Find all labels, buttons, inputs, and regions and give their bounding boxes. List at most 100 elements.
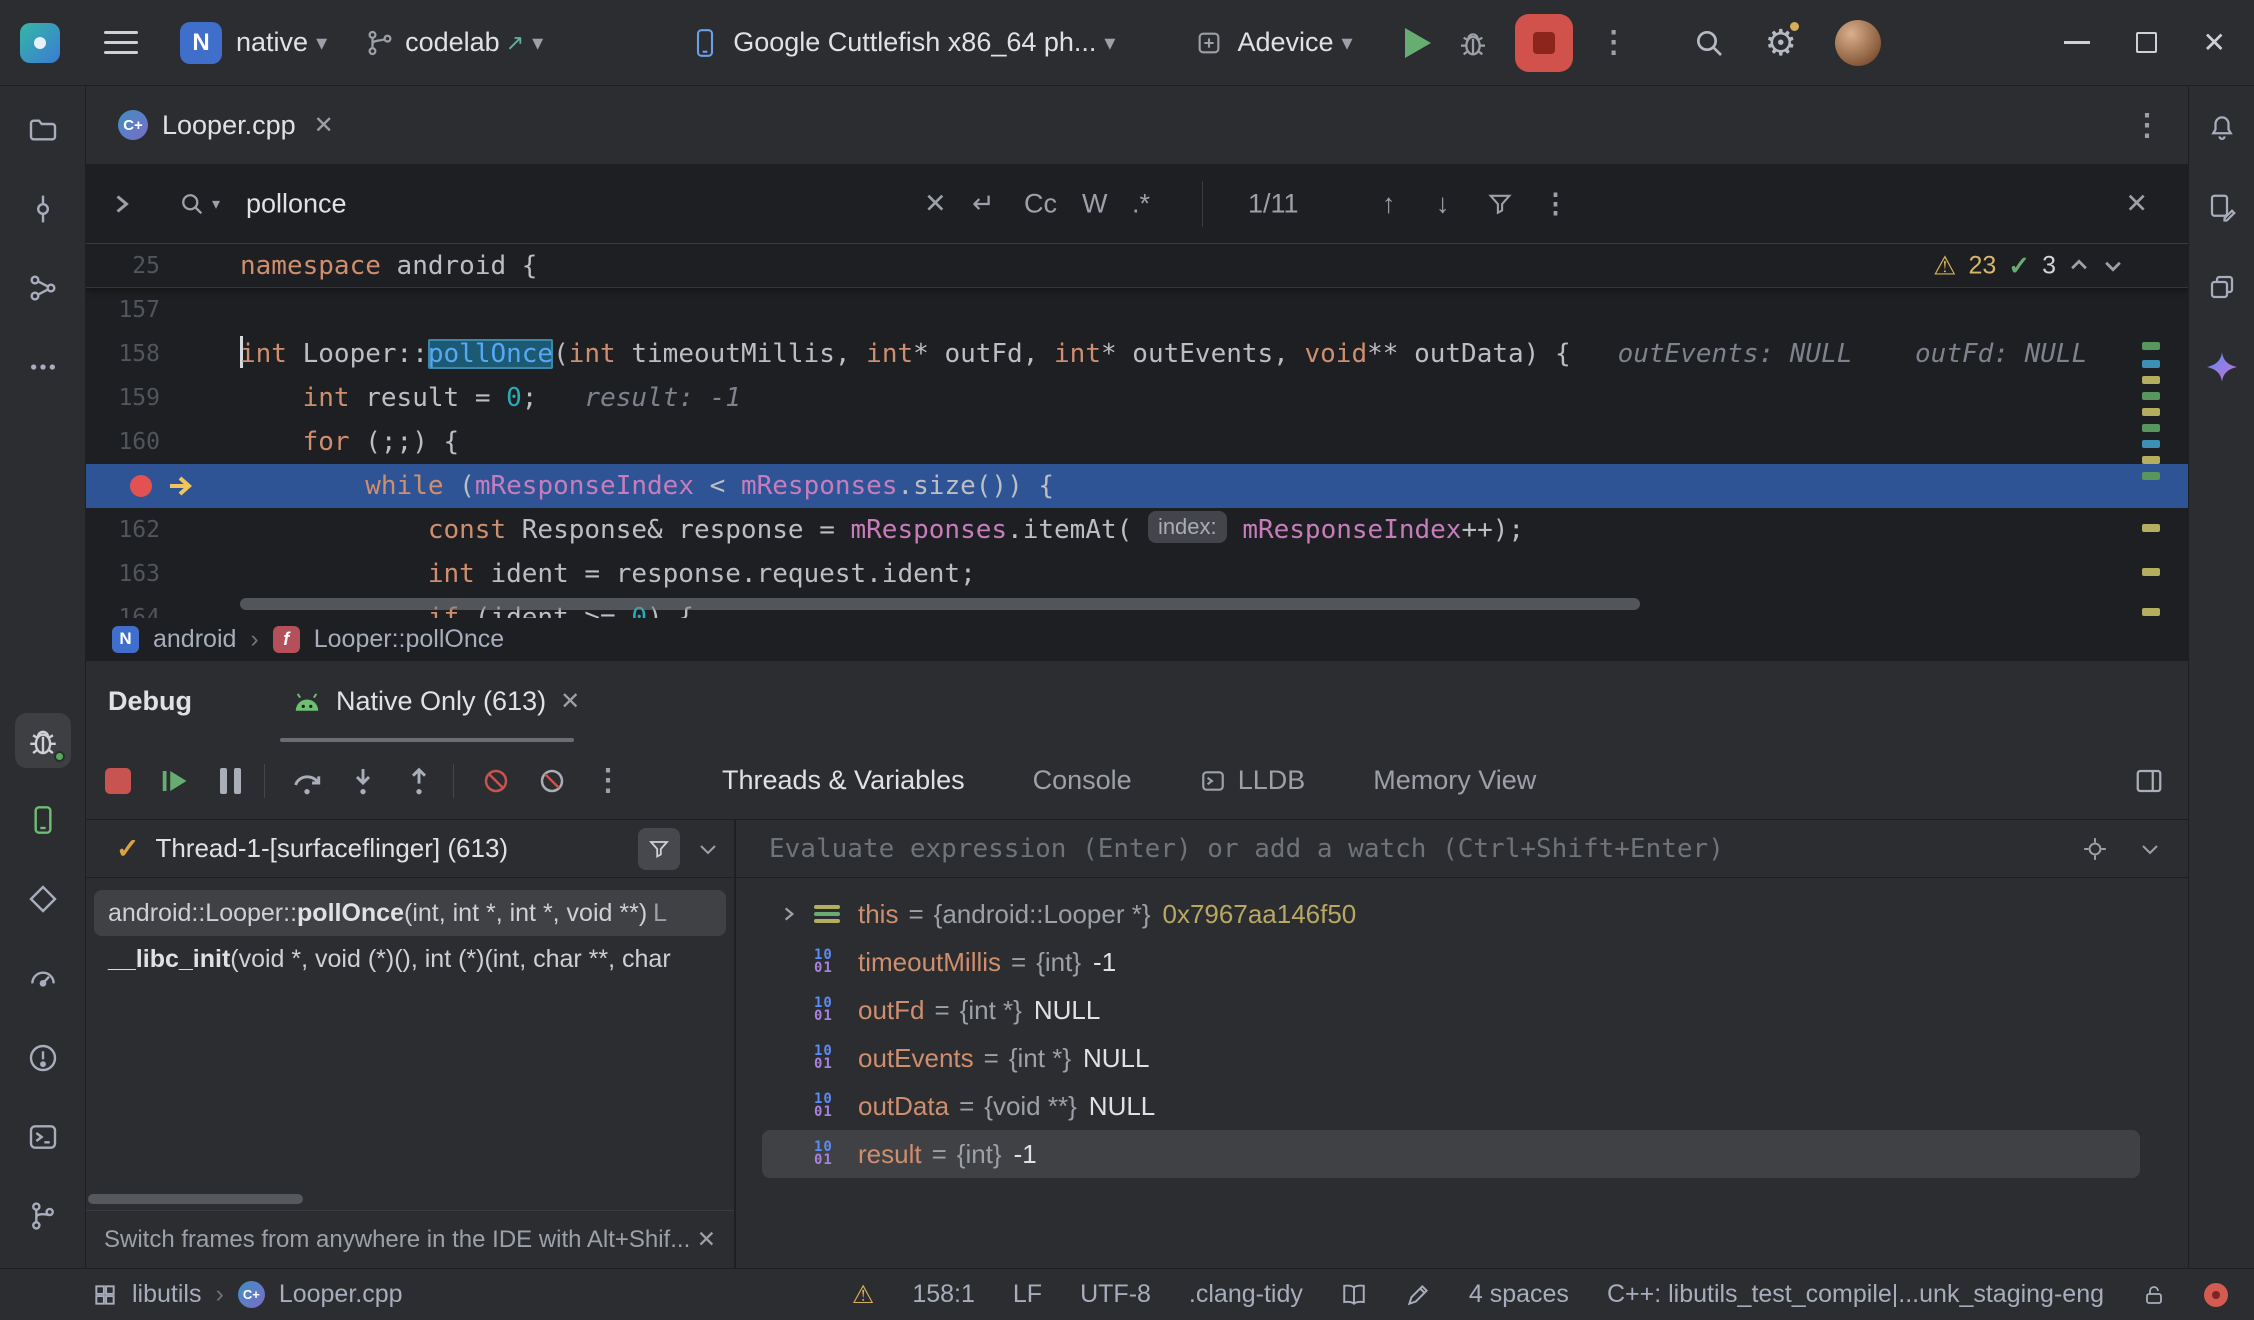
sidebar-item-running-devices[interactable] — [15, 792, 71, 847]
mute-breakpoints-button[interactable] — [472, 757, 520, 805]
change-marker[interactable] — [2142, 568, 2160, 576]
gutter-line-159[interactable]: 159 — [86, 376, 160, 420]
change-marker[interactable] — [2142, 524, 2160, 532]
match-case-toggle[interactable]: Cc — [1024, 189, 1057, 220]
main-menu-icon[interactable] — [104, 31, 138, 54]
code-text[interactable]: const Response& response = mResponses.it… — [160, 508, 1524, 552]
user-avatar[interactable] — [1835, 20, 1881, 66]
evaluate-input[interactable]: Evaluate expression (Enter) or add a wat… — [769, 834, 1724, 864]
highlight-level-icon[interactable] — [1405, 1282, 1431, 1308]
stop-button[interactable] — [1515, 14, 1573, 72]
more-actions-icon[interactable]: ⋮ — [1599, 25, 1629, 60]
tab-memory-view[interactable]: Memory View — [1339, 765, 1570, 796]
code-editor[interactable]: 25 namespace android { ⚠ 23 ✓ 3 157158in… — [86, 244, 2188, 618]
settings-button[interactable]: ⚙ — [1765, 22, 1797, 64]
sidebar-item-more[interactable] — [15, 340, 71, 395]
sidebar-item-terminal[interactable] — [15, 1109, 71, 1164]
change-marker[interactable] — [2142, 456, 2160, 464]
status-file[interactable]: Looper.cpp — [279, 1280, 403, 1309]
step-over-button[interactable] — [283, 757, 331, 805]
line-separator[interactable]: LF — [1013, 1280, 1042, 1309]
search-input[interactable]: pollonce — [246, 189, 347, 220]
device-manager-button[interactable] — [2195, 260, 2249, 314]
lock-icon[interactable] — [2142, 1282, 2166, 1308]
gutter-line-162[interactable]: 162 — [86, 508, 160, 552]
studio-labs-button[interactable] — [2195, 180, 2249, 234]
pause-button[interactable] — [206, 757, 254, 805]
status-warning-icon[interactable]: ⚠ — [852, 1280, 874, 1310]
tab-console[interactable]: Console — [999, 765, 1166, 796]
run-button[interactable] — [1405, 28, 1431, 58]
debug-session-tab[interactable]: Native Only (613) ✕ — [284, 661, 588, 742]
indent-setting[interactable]: 4 spaces — [1469, 1280, 1569, 1309]
sidebar-item-debug[interactable] — [15, 713, 71, 768]
tab-options-icon[interactable]: ⋮ — [2132, 108, 2162, 143]
layout-settings-button[interactable] — [2134, 766, 2164, 796]
code-text[interactable]: while (mResponseIndex < mResponses.size(… — [160, 464, 1054, 508]
search-history-icon[interactable]: ▾ — [178, 190, 220, 218]
thread-selector[interactable]: ✓ Thread-1-[surfaceflinger] (613) — [86, 820, 734, 878]
search-options-icon[interactable]: ⋮ — [1542, 189, 1569, 220]
code-text[interactable]: for (;;) { — [160, 420, 459, 464]
variable-row-this[interactable]: this={android::Looper *}0x7967aa146f50 — [762, 890, 2140, 938]
breakpoint-icon[interactable] — [130, 475, 152, 497]
editor-tab-looper-cpp[interactable]: C+ Looper.cpp ✕ — [108, 86, 344, 164]
status-module[interactable]: libutils — [132, 1280, 201, 1309]
change-marker[interactable] — [2142, 472, 2160, 480]
branch-selector[interactable]: codelab — [405, 27, 500, 58]
analyzer-status[interactable]: .clang-tidy — [1189, 1280, 1303, 1309]
expand-replace-icon[interactable] — [110, 192, 134, 216]
regex-toggle[interactable]: .* — [1132, 189, 1150, 220]
device-selector[interactable]: Google Cuttlefish x86_64 ph... — [733, 27, 1096, 58]
hint-close-icon[interactable]: ✕ — [697, 1226, 716, 1253]
variable-row-outEvents[interactable]: 1001outEvents={int *}NULL — [762, 1034, 2140, 1082]
code-text[interactable]: int ident = response.request.ident; — [160, 552, 976, 596]
gutter-line-158[interactable]: 158 — [86, 332, 160, 376]
notifications-button[interactable] — [2195, 100, 2249, 154]
file-encoding[interactable]: UTF-8 — [1080, 1280, 1151, 1309]
search-filter-icon[interactable] — [1486, 190, 1514, 218]
stop-process-button[interactable] — [94, 757, 142, 805]
tab-close-icon[interactable]: ✕ — [314, 111, 334, 140]
close-find-icon[interactable]: ✕ — [2125, 189, 2148, 220]
variable-row-outData[interactable]: 1001outData={void **}NULL — [762, 1082, 2140, 1130]
whole-words-toggle[interactable]: W — [1082, 189, 1107, 220]
add-to-watches-icon[interactable] — [2082, 836, 2108, 862]
prev-problem-icon[interactable] — [2068, 255, 2090, 277]
project-selector[interactable]: native — [236, 27, 308, 58]
horizontal-scrollbar[interactable] — [240, 598, 1640, 610]
variable-row-result[interactable]: 1001result={int}-1 — [762, 1130, 2140, 1178]
frames-scrollbar[interactable] — [88, 1194, 303, 1204]
sidebar-item-profiler[interactable] — [15, 951, 71, 1006]
change-marker[interactable] — [2142, 424, 2160, 432]
code-text[interactable]: int Looper::pollOnce(int timeoutMillis, … — [160, 332, 2087, 376]
expand-chevron-icon[interactable] — [780, 905, 798, 923]
newline-icon[interactable]: ↵ — [972, 189, 995, 220]
breadcrumb-namespace[interactable]: android — [153, 625, 236, 654]
tab-lldb[interactable]: LLDB — [1166, 765, 1340, 796]
next-match-icon[interactable]: ↓ — [1436, 189, 1450, 220]
previous-match-icon[interactable]: ↑ — [1382, 189, 1396, 220]
window-minimize-button[interactable] — [2064, 41, 2090, 44]
window-close-button[interactable]: ✕ — [2203, 26, 2226, 59]
gutter-line-160[interactable]: 160 — [86, 420, 160, 464]
sidebar-item-commit[interactable] — [15, 181, 71, 236]
debug-button[interactable] — [1457, 27, 1489, 59]
change-marker[interactable] — [2142, 440, 2160, 448]
reader-mode-icon[interactable] — [1341, 1282, 1367, 1308]
evaluate-dropdown-icon[interactable] — [2138, 837, 2162, 861]
change-marker[interactable] — [2142, 608, 2160, 616]
change-marker[interactable] — [2142, 360, 2160, 368]
sidebar-item-version-control[interactable] — [15, 1189, 71, 1244]
gutter-line-163[interactable]: 163 — [86, 552, 160, 596]
sidebar-item-project[interactable] — [15, 102, 71, 157]
variable-row-timeoutMillis[interactable]: 1001timeoutMillis={int}-1 — [762, 938, 2140, 986]
thread-dropdown-icon[interactable] — [696, 837, 720, 861]
session-close-icon[interactable]: ✕ — [560, 687, 580, 716]
evaluate-expression-row[interactable]: Evaluate expression (Enter) or add a wat… — [736, 820, 2188, 878]
toolchain-setting[interactable]: C++: libutils_test_compile|...unk_stagin… — [1607, 1280, 2104, 1309]
sidebar-item-problems[interactable] — [15, 1030, 71, 1085]
change-marker[interactable] — [2142, 408, 2160, 416]
view-breakpoints-button[interactable] — [528, 757, 576, 805]
step-out-button[interactable] — [395, 757, 443, 805]
